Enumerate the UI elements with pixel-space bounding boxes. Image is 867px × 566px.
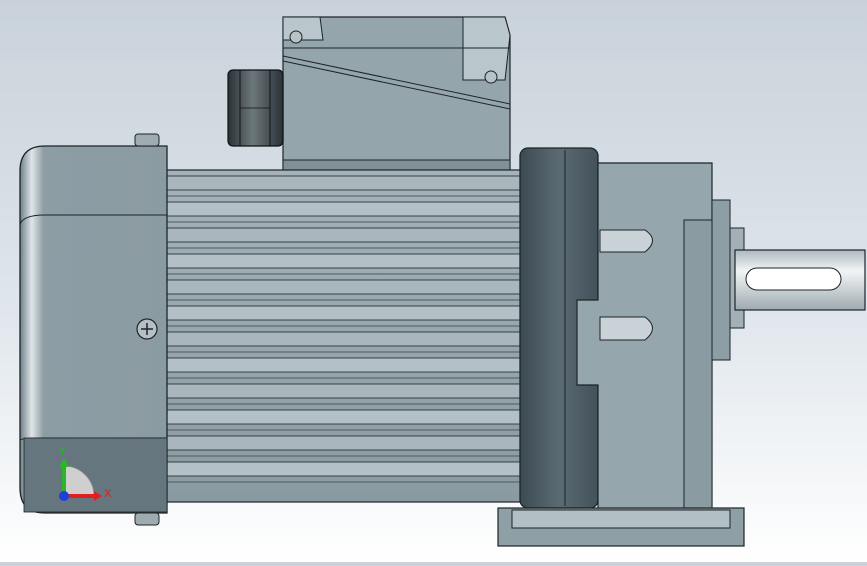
cooling-fin [166,279,523,295]
output-shaft [734,249,866,311]
cooling-fin [166,357,523,373]
cooling-fin [166,409,523,425]
cooling-fin [166,227,523,243]
cad-viewport[interactable]: X Y [0,0,867,562]
cooling-fin [166,305,523,321]
cooling-fin [166,201,523,217]
cooling-fin [166,331,523,347]
y-axis-label: Y [58,445,66,458]
gearbox-housing [576,162,745,511]
cooling-fin [166,175,523,191]
motor-end-cap [19,133,168,526]
cooling-fin [166,461,523,477]
cooling-fin [166,383,523,399]
cable-gland [227,69,284,147]
z-axis-dot [59,491,69,501]
mounting-foot [497,507,745,547]
screw-head [136,318,158,340]
x-axis-label: X [104,487,112,500]
motor-body [162,169,526,503]
terminal-box [282,16,511,173]
cooling-fin [166,253,523,269]
cooling-fin [166,435,523,451]
